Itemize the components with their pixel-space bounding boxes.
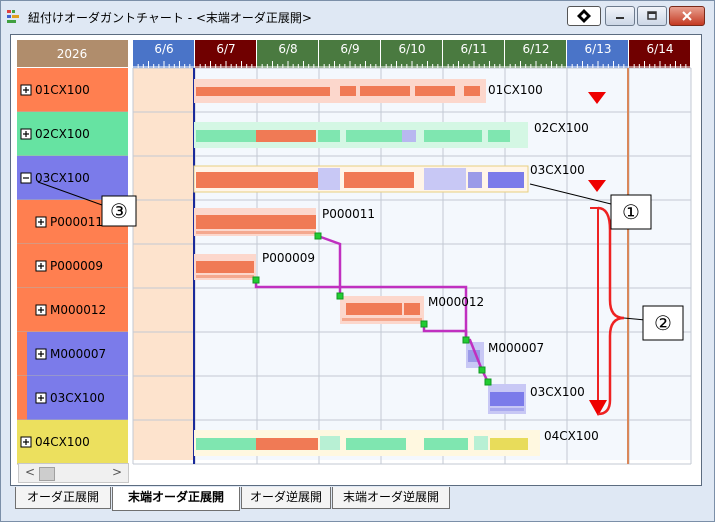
date-label: 6/11: [461, 42, 488, 56]
bar-segment[interactable]: [196, 261, 254, 273]
horizontal-scrollbar[interactable]: < >: [18, 463, 129, 483]
row-label: P000011: [50, 215, 103, 229]
bar-segment[interactable]: [415, 86, 455, 96]
bar-stripe: [196, 231, 316, 234]
row-label: 03CX100: [50, 391, 105, 405]
bar-segment[interactable]: [402, 130, 416, 142]
bar-segment[interactable]: [196, 438, 256, 450]
link-node: [484, 378, 492, 386]
date-label: 6/14: [647, 42, 674, 56]
link-node: [478, 366, 486, 374]
link-node: [252, 276, 260, 284]
bar-segment[interactable]: [346, 130, 402, 142]
link-node: [420, 320, 428, 328]
bar-segment[interactable]: [424, 168, 466, 190]
row-label: 03CX100: [35, 171, 90, 185]
bar-segment[interactable]: [256, 130, 316, 142]
bar-label: M000007: [488, 341, 544, 355]
bar-segment[interactable]: [468, 172, 482, 188]
date-label: 6/13: [585, 42, 612, 56]
bar-segment[interactable]: [340, 86, 356, 96]
row-label: 04CX100: [35, 435, 90, 449]
bar-label: M000012: [428, 295, 484, 309]
bar-segment[interactable]: [256, 438, 318, 450]
bar-segment[interactable]: [346, 438, 406, 450]
app-window: 紐付けオーダガントチャート - <末端オーダ正展開> 2026 6/6 6/7 6/…: [0, 0, 715, 522]
callout-number: ③: [110, 199, 128, 223]
tab-order-reverse[interactable]: オーダ逆展開: [241, 487, 331, 509]
scroll-right-arrow[interactable]: >: [112, 465, 122, 479]
bar-segment[interactable]: [488, 130, 510, 142]
row-headers: 01CX100 02CX100 03CX100 P000011 P000009 M0000…: [17, 68, 128, 465]
bar-segment[interactable]: [196, 172, 318, 188]
row-label: 02CX100: [35, 127, 90, 141]
date-label: 6/10: [399, 42, 426, 56]
bar-segment[interactable]: [196, 130, 256, 142]
bar-segment[interactable]: [464, 86, 480, 96]
bar-stripe: [342, 318, 422, 321]
bar-segment[interactable]: [490, 392, 524, 406]
row-label: M000012: [50, 303, 106, 317]
bar-segment[interactable]: [320, 436, 340, 450]
bar-segment[interactable]: [424, 438, 468, 450]
bar-segment[interactable]: [404, 303, 420, 315]
bar-segment[interactable]: [474, 436, 488, 450]
tab-leaf-order-forward[interactable]: 末端オーダ正展開: [112, 487, 240, 511]
row-label: M000007: [50, 347, 106, 361]
bar-label: 02CX100: [534, 121, 589, 135]
scroll-thumb[interactable]: [39, 467, 55, 481]
bar-segment[interactable]: [346, 303, 362, 315]
date-label: 6/6: [154, 42, 173, 56]
date-label: 6/7: [216, 42, 235, 56]
year-label: 2026: [57, 47, 88, 61]
date-label: 6/8: [278, 42, 297, 56]
bar-label: 03CX100: [530, 163, 585, 177]
bar-stripe: [196, 275, 254, 278]
bar-segment[interactable]: [488, 172, 524, 188]
past-region: [133, 68, 193, 460]
bar-label: 04CX100: [544, 429, 599, 443]
bar-segment[interactable]: [362, 303, 402, 315]
date-label: 6/12: [523, 42, 550, 56]
bar-label: 03CX100: [530, 385, 585, 399]
link-node: [462, 336, 470, 344]
bar-segment[interactable]: [424, 130, 482, 142]
bar-segment[interactable]: [318, 130, 340, 142]
bar-segment[interactable]: [196, 87, 330, 96]
tab-leaf-order-reverse[interactable]: 末端オーダ逆展開: [332, 487, 450, 509]
bar-segment[interactable]: [318, 168, 340, 190]
bar-segment[interactable]: [360, 86, 410, 96]
date-header: 6/6 6/7 6/8 6/9 6/10 6/11 6/12 6/13 6/14: [133, 40, 690, 68]
bar-label: P000009: [262, 251, 315, 265]
bar-segment[interactable]: [196, 215, 316, 229]
callout-number: ①: [622, 200, 640, 224]
callout-number: ②: [654, 311, 672, 335]
date-label: 6/9: [340, 42, 359, 56]
bar-label: P000011: [322, 207, 375, 221]
bar-label: 01CX100: [488, 83, 543, 97]
row-label: 01CX100: [35, 83, 90, 97]
bar-segment[interactable]: [344, 172, 414, 188]
bar-stripe: [490, 408, 524, 411]
tab-order-forward[interactable]: オーダ正展開: [15, 487, 111, 509]
scroll-left-arrow[interactable]: <: [25, 465, 35, 479]
gantt-chart: 2026 6/6 6/7 6/8 6/9 6/10 6/11 6/12 6/13 6/14 01…: [17, 40, 692, 465]
link-node: [336, 292, 344, 300]
link-node: [314, 232, 322, 240]
bar-segment[interactable]: [490, 438, 528, 450]
row-label: P000009: [50, 259, 103, 273]
